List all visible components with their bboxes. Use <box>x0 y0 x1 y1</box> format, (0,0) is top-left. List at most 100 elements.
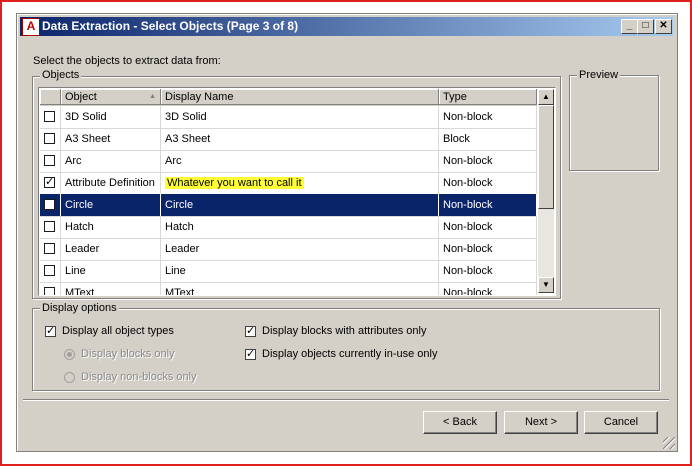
display-name-cell[interactable]: MText <box>161 282 439 296</box>
object-cell: 3D Solid <box>61 106 161 128</box>
blocks-with-attributes-option[interactable]: ✓ Display blocks with attributes only <box>245 325 426 337</box>
row-checkbox[interactable] <box>44 133 55 144</box>
cancel-button[interactable]: Cancel <box>584 411 658 434</box>
header-object-label: Object <box>65 91 97 103</box>
objects-in-use-label: Display objects currently in-use only <box>262 348 438 360</box>
display-name-cell[interactable]: Leader <box>161 238 439 260</box>
header-checkbox-column[interactable] <box>40 89 61 105</box>
display-name-cell[interactable]: A3 Sheet <box>161 128 439 150</box>
object-cell: Line <box>61 260 161 282</box>
display-name-cell[interactable]: Circle <box>161 194 439 216</box>
type-cell: Non-block <box>439 260 537 282</box>
objects-in-use-checkbox[interactable]: ✓ <box>245 348 256 360</box>
display-options-legend: Display options <box>40 302 119 314</box>
title-bar[interactable]: A Data Extraction - Select Objects (Page… <box>20 17 673 36</box>
blocks-only-option[interactable]: Display blocks only <box>64 348 175 360</box>
table-row[interactable]: MText MText Non-block <box>40 282 537 296</box>
display-all-types-option[interactable]: ✓ Display all object types <box>45 325 174 337</box>
row-checkbox[interactable] <box>44 221 55 232</box>
table-row[interactable]: Leader Leader Non-block <box>40 238 537 261</box>
object-cell: A3 Sheet <box>61 128 161 150</box>
row-checkbox[interactable] <box>44 265 55 276</box>
row-checkbox[interactable] <box>44 111 55 122</box>
maximize-button[interactable]: □ <box>637 19 654 34</box>
row-checkbox[interactable] <box>44 199 55 210</box>
row-checkbox[interactable] <box>44 287 55 295</box>
display-name-cell[interactable]: Hatch <box>161 216 439 238</box>
row-checkbox-cell <box>40 260 61 282</box>
close-button[interactable]: ✕ <box>655 19 672 34</box>
non-blocks-only-radio[interactable] <box>64 371 75 383</box>
table-row[interactable]: Arc Arc Non-block <box>40 150 537 173</box>
scrollbar-thumb[interactable] <box>538 105 554 209</box>
type-cell: Block <box>439 128 537 150</box>
display-name-cell[interactable]: Line <box>161 260 439 282</box>
table-row[interactable]: ✓ Attribute Definition Whatever you want t… <box>40 172 537 195</box>
scroll-up-arrow-icon[interactable]: ▲ <box>538 89 554 105</box>
row-checkbox[interactable] <box>44 243 55 254</box>
display-name-cell[interactable]: Arc <box>161 150 439 172</box>
type-cell: Non-block <box>439 172 537 194</box>
resize-grip-icon[interactable] <box>663 437 675 449</box>
table-row[interactable]: Hatch Hatch Non-block <box>40 216 537 239</box>
display-name-text: Circle <box>165 199 194 211</box>
objects-in-use-option[interactable]: ✓ Display objects currently in-use only <box>245 348 437 360</box>
instruction-text: Select the objects to extract data from: <box>33 55 221 67</box>
row-checkbox-cell <box>40 128 61 150</box>
row-checkbox-cell <box>40 238 61 260</box>
header-object[interactable]: Object ▲ <box>61 89 161 105</box>
row-checkbox-cell: ✓ <box>40 172 61 194</box>
table-row[interactable]: A3 Sheet A3 Sheet Block <box>40 128 537 151</box>
display-name-cell[interactable]: 3D Solid <box>161 106 439 128</box>
blocks-with-attributes-checkbox[interactable]: ✓ <box>245 325 256 337</box>
header-display-name[interactable]: Display Name <box>161 89 439 105</box>
type-cell: Non-block <box>439 150 537 172</box>
sort-ascending-icon: ▲ <box>149 93 156 100</box>
row-checkbox-cell <box>40 216 61 238</box>
object-cell: Arc <box>61 150 161 172</box>
objects-group-legend: Objects <box>40 69 82 81</box>
object-cell: Circle <box>61 194 161 216</box>
preview-legend: Preview <box>577 69 621 81</box>
blocks-with-attributes-label: Display blocks with attributes only <box>262 325 427 337</box>
display-name-text: Line <box>165 265 186 277</box>
type-cell: Non-block <box>439 106 537 128</box>
autocad-app-icon: A <box>22 18 40 36</box>
non-blocks-only-option[interactable]: Display non-blocks only <box>64 371 197 383</box>
data-extraction-dialog: A Data Extraction - Select Objects (Page… <box>16 13 678 452</box>
type-cell: Non-block <box>439 194 537 216</box>
object-cell: Leader <box>61 238 161 260</box>
display-name-text: Arc <box>165 155 182 167</box>
display-name-cell[interactable]: Whatever you want to call it <box>161 172 439 194</box>
objects-list[interactable]: Object ▲ Display Name Type 3D Solid 3D So… <box>38 87 556 296</box>
footer-separator <box>23 399 669 401</box>
row-checkbox[interactable] <box>44 155 55 166</box>
display-name-text: MText <box>165 287 195 296</box>
row-checkbox-cell <box>40 106 61 128</box>
scroll-down-arrow-icon[interactable]: ▼ <box>538 277 554 293</box>
row-checkbox[interactable]: ✓ <box>44 177 55 188</box>
object-cell: Hatch <box>61 216 161 238</box>
list-header: Object ▲ Display Name Type <box>40 89 537 106</box>
blocks-only-radio[interactable] <box>64 348 75 360</box>
display-name-text: Whatever you want to call it <box>165 177 304 189</box>
header-type[interactable]: Type <box>439 89 537 105</box>
row-checkbox-cell <box>40 194 61 216</box>
back-button[interactable]: < Back <box>423 411 497 434</box>
table-row[interactable]: Line Line Non-block <box>40 260 537 283</box>
row-checkbox-cell <box>40 282 61 295</box>
next-button[interactable]: Next > <box>504 411 578 434</box>
display-name-text: 3D Solid <box>165 111 207 123</box>
vertical-scrollbar[interactable]: ▲ ▼ <box>538 89 554 293</box>
table-row[interactable]: Circle Circle Non-block <box>40 194 537 217</box>
type-cell: Non-block <box>439 238 537 260</box>
minimize-button[interactable]: _ <box>621 19 638 34</box>
display-name-text: Leader <box>165 243 200 255</box>
non-blocks-only-label: Display non-blocks only <box>81 371 197 383</box>
display-name-text: A3 Sheet <box>165 133 211 145</box>
table-row[interactable]: 3D Solid 3D Solid Non-block <box>40 106 537 129</box>
type-cell: Non-block <box>439 216 537 238</box>
object-cell: MText <box>61 282 161 295</box>
preview-box <box>569 75 659 171</box>
display-all-types-checkbox[interactable]: ✓ <box>45 325 56 337</box>
